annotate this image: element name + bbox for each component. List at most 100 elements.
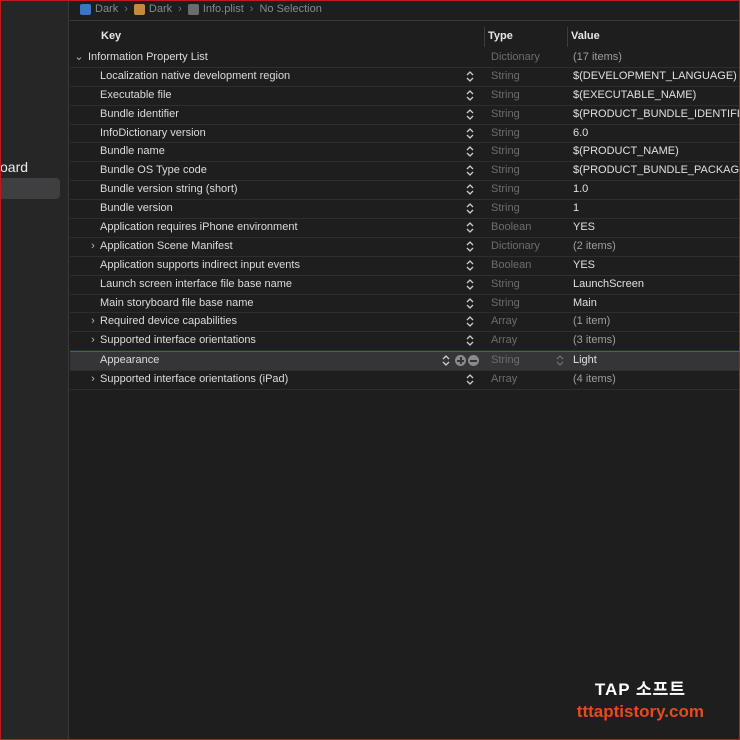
property-type[interactable]: String xyxy=(491,106,520,123)
property-row[interactable]: InfoDictionary version String 6.0 xyxy=(70,125,740,144)
column-header-type[interactable]: Type xyxy=(488,30,513,42)
column-divider[interactable] xyxy=(484,27,485,47)
property-row[interactable]: Main storyboard file base name String Main xyxy=(70,295,740,314)
property-value[interactable]: LaunchScreen xyxy=(573,276,644,293)
property-row[interactable]: Bundle identifier String $(PRODUCT_BUNDLE_… xyxy=(70,106,740,125)
property-row[interactable]: Bundle version String 1 xyxy=(70,200,740,220)
column-header-value[interactable]: Value xyxy=(571,30,600,42)
root-row[interactable]: ⌄ Information Property List Dictionary (… xyxy=(70,49,740,68)
key-stepper-icon[interactable] xyxy=(466,240,474,252)
breadcrumb-file[interactable]: Info.plist xyxy=(187,3,244,15)
property-type[interactable]: Array xyxy=(491,332,517,349)
property-key[interactable]: Bundle OS Type code xyxy=(100,162,207,179)
property-type[interactable]: String xyxy=(491,162,520,179)
property-key[interactable]: Application Scene Manifest xyxy=(100,238,233,255)
add-row-button[interactable] xyxy=(455,355,466,367)
property-key[interactable]: Bundle version string (short) xyxy=(100,181,238,198)
property-key[interactable]: Launch screen interface file base name xyxy=(100,276,292,293)
property-value[interactable]: 1 xyxy=(573,200,579,217)
sidebar-selected-item[interactable] xyxy=(0,178,60,199)
property-value[interactable]: Main xyxy=(573,295,597,312)
chevron-down-icon[interactable]: ⌄ xyxy=(73,49,85,66)
property-row[interactable]: › Application Scene Manifest Dictionary (2 … xyxy=(70,238,740,257)
key-stepper-icon[interactable] xyxy=(466,259,474,271)
key-stepper-icon[interactable] xyxy=(466,89,474,101)
property-row[interactable]: Bundle OS Type code String $(PRODUCT_BUNDL… xyxy=(70,162,740,182)
property-value[interactable]: 6.0 xyxy=(573,125,588,142)
column-divider[interactable] xyxy=(567,27,568,47)
property-type[interactable]: String xyxy=(491,352,520,369)
sidebar-item-label[interactable]: oard xyxy=(0,159,28,175)
property-row[interactable]: Bundle name String $(PRODUCT_NAME) xyxy=(70,143,740,163)
key-stepper-icon[interactable] xyxy=(466,165,474,177)
key-stepper-icon[interactable] xyxy=(466,278,474,290)
property-type[interactable]: String xyxy=(491,87,520,104)
key-stepper-icon[interactable] xyxy=(466,70,474,82)
property-type[interactable]: String xyxy=(491,200,520,217)
property-value[interactable]: (4 items) xyxy=(573,371,616,388)
property-key[interactable]: Supported interface orientations (iPad) xyxy=(100,371,288,388)
key-stepper-icon[interactable] xyxy=(466,146,474,158)
key-stepper-icon[interactable] xyxy=(466,108,474,120)
property-value[interactable]: (1 item) xyxy=(573,313,610,330)
breadcrumb-folder[interactable]: Dark xyxy=(133,3,172,15)
property-type[interactable]: String xyxy=(491,295,520,312)
key-stepper-icon[interactable] xyxy=(466,374,474,386)
property-row[interactable]: Localization native development region St… xyxy=(70,68,740,87)
property-row[interactable]: Executable file String $(EXECUTABLE_NAME) xyxy=(70,87,740,106)
chevron-right-icon[interactable]: › xyxy=(87,332,99,349)
property-type[interactable]: Boolean xyxy=(491,219,531,236)
chevron-right-icon[interactable]: › xyxy=(87,238,99,255)
property-key[interactable]: Bundle identifier xyxy=(100,106,179,123)
breadcrumb-selection[interactable]: No Selection xyxy=(259,3,321,15)
property-key[interactable]: Required device capabilities xyxy=(100,313,237,330)
key-stepper-icon[interactable] xyxy=(466,335,474,347)
property-key[interactable]: Main storyboard file base name xyxy=(100,295,253,312)
property-key[interactable]: Appearance xyxy=(100,352,159,369)
key-stepper-icon[interactable] xyxy=(466,316,474,328)
property-key[interactable]: Executable file xyxy=(100,87,172,104)
property-type[interactable]: String xyxy=(491,181,520,198)
property-key[interactable]: Bundle name xyxy=(100,143,165,160)
property-row[interactable]: › Supported interface orientations (iPad)… xyxy=(70,371,740,391)
property-row[interactable]: Bundle version string (short) String 1.0 xyxy=(70,181,740,201)
property-row[interactable]: Appearance String Light xyxy=(70,351,740,372)
property-key[interactable]: InfoDictionary version xyxy=(100,125,206,142)
property-type[interactable]: Array xyxy=(491,313,517,330)
property-value[interactable]: $(EXECUTABLE_NAME) xyxy=(573,87,696,104)
property-value[interactable]: 1.0 xyxy=(573,181,588,198)
key-stepper-icon[interactable] xyxy=(466,297,474,309)
property-value[interactable]: (3 items) xyxy=(573,332,616,349)
property-row[interactable]: Launch screen interface file base name St… xyxy=(70,276,740,295)
property-key[interactable]: Application requires iPhone environment xyxy=(100,219,298,236)
property-value[interactable]: $(PRODUCT_BUNDLE_IDENTIFI xyxy=(573,106,740,123)
property-row[interactable]: Application requires iPhone environment B… xyxy=(70,219,740,238)
property-value[interactable]: YES xyxy=(573,257,595,274)
property-type[interactable]: String xyxy=(491,68,520,85)
property-type[interactable]: String xyxy=(491,143,520,160)
key-stepper-icon[interactable] xyxy=(466,184,474,196)
property-value[interactable]: $(DEVELOPMENT_LANGUAGE) xyxy=(573,68,737,85)
property-value[interactable]: $(PRODUCT_BUNDLE_PACKAG xyxy=(573,162,739,179)
key-stepper-icon[interactable] xyxy=(466,127,474,139)
property-type[interactable]: String xyxy=(491,276,520,293)
property-key[interactable]: Localization native development region xyxy=(100,68,290,85)
property-type[interactable]: Dictionary xyxy=(491,238,540,255)
chevron-right-icon[interactable]: › xyxy=(87,313,99,330)
property-value[interactable]: YES xyxy=(573,219,595,236)
property-type[interactable]: Boolean xyxy=(491,257,531,274)
breadcrumb-project[interactable]: Dark xyxy=(80,3,118,15)
property-key[interactable]: Supported interface orientations xyxy=(100,332,256,349)
key-stepper-icon[interactable] xyxy=(466,222,474,233)
property-value[interactable]: Light xyxy=(573,352,597,369)
property-key[interactable]: Bundle version xyxy=(100,200,173,217)
column-header-key[interactable]: Key xyxy=(101,30,121,42)
property-value[interactable]: (2 items) xyxy=(573,238,616,255)
chevron-right-icon[interactable]: › xyxy=(87,371,99,388)
property-key[interactable]: Application supports indirect input even… xyxy=(100,257,300,274)
property-row[interactable]: › Supported interface orientations Array (3… xyxy=(70,332,740,352)
property-row[interactable]: › Required device capabilities Array (1 ite… xyxy=(70,313,740,333)
property-type[interactable]: String xyxy=(491,125,520,142)
remove-row-button[interactable] xyxy=(468,355,479,367)
key-stepper-icon[interactable] xyxy=(442,355,450,367)
